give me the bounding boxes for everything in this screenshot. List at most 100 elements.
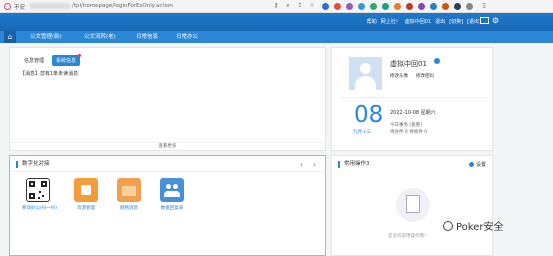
resource-glyph bbox=[81, 185, 91, 195]
change-password-link[interactable]: 修改密码 bbox=[416, 73, 434, 79]
app-data-reply[interactable]: 数据回复表 bbox=[156, 178, 188, 211]
panel-title: 常用操作3 bbox=[338, 161, 370, 168]
todo-summary[interactable]: 待办件 0 待阅件 0 bbox=[390, 129, 427, 135]
person-head bbox=[166, 184, 171, 189]
tab-system-info[interactable]: 系统信息 bbox=[52, 54, 82, 66]
browser-address-bar: 不安 /tpl/homepage/loginForEsOnly.action ⚷… bbox=[0, 0, 553, 13]
watermark: Poker安全 bbox=[443, 218, 504, 233]
mail-icon[interactable] bbox=[480, 17, 489, 24]
extension-icon[interactable] bbox=[358, 3, 365, 10]
today-affairs[interactable]: 今日事务 [查看] bbox=[390, 122, 422, 128]
extension-icon[interactable] bbox=[442, 3, 449, 10]
folder-glyph bbox=[122, 186, 136, 196]
day-number: 08 bbox=[354, 102, 384, 128]
gear-icon bbox=[468, 162, 474, 167]
app-header: 帮助 网上社！ 虚拟中回01 退出 [切换] [退出] ⚙ bbox=[0, 13, 553, 31]
extension-icon[interactable] bbox=[322, 3, 329, 10]
empty-state-icon bbox=[396, 188, 430, 222]
nav-item-doc-old[interactable]: 公文流转(老) bbox=[78, 31, 122, 43]
extension-icon[interactable] bbox=[466, 3, 473, 10]
qr-dot bbox=[38, 197, 40, 199]
full-date: 2022-10-08 星期六 bbox=[390, 110, 436, 116]
extension-icon[interactable] bbox=[454, 3, 461, 10]
app-label: 网络消息 bbox=[120, 206, 138, 211]
setting-label: 设置 bbox=[475, 162, 486, 168]
header-link[interactable]: 退出 bbox=[435, 18, 445, 25]
settings-icon[interactable] bbox=[434, 58, 440, 64]
extension-icon[interactable] bbox=[406, 3, 413, 10]
app-mobile-office[interactable]: 移动办公(扫一扫) bbox=[22, 178, 58, 211]
digital-apps-panel: 数字化对接 ‹ › 移动办公(扫一扫) 资源管理 网络消息 数据回复表 bbox=[9, 155, 326, 256]
notice-panel: 信息管理 系统信息 【消息】您有1条未读消息 查看更多 bbox=[9, 47, 326, 151]
prev-icon[interactable]: ‹ bbox=[300, 160, 303, 169]
divider bbox=[340, 97, 486, 98]
notice-message[interactable]: 【消息】您有1条未读消息 bbox=[20, 70, 78, 77]
header-links: 帮助 网上社！ 虚拟中回01 退出 [切换] [退出] bbox=[367, 18, 481, 25]
header-link[interactable]: [退出] bbox=[467, 18, 481, 25]
more-link[interactable]: 查看更多 bbox=[10, 142, 325, 150]
qr-dot bbox=[39, 191, 41, 193]
extension-icon[interactable] bbox=[346, 3, 353, 10]
document-icon bbox=[406, 195, 420, 213]
setting-link[interactable]: 设置 bbox=[468, 161, 486, 168]
watermark-text: Poker安全 bbox=[456, 222, 504, 233]
extension-icon[interactable] bbox=[382, 3, 389, 10]
blurred-host bbox=[30, 3, 70, 9]
qr-code-icon bbox=[26, 178, 50, 202]
edit-avatar-link[interactable]: 修改头像 bbox=[390, 73, 408, 79]
share-icon[interactable]: ⇪ bbox=[296, 2, 304, 10]
lunar-date: 九月十三 bbox=[353, 130, 371, 135]
user-name: 虚拟中回01 bbox=[390, 60, 427, 68]
app-label: 资源管理 bbox=[77, 206, 95, 211]
nav-item-daily-office[interactable]: 日常办公 bbox=[170, 31, 204, 43]
gear-icon[interactable]: ⚙ bbox=[492, 16, 499, 25]
tab-label: 系统信息 bbox=[56, 58, 77, 64]
qr-marker bbox=[41, 181, 47, 187]
next-icon[interactable]: › bbox=[313, 160, 316, 169]
profile-panel: 虚拟中回01 修改头像 修改密码 08 九月十三 2022-10-08 星期六 … bbox=[331, 47, 493, 151]
extension-icon[interactable] bbox=[334, 3, 341, 10]
tab-info-manage[interactable]: 信息管理 bbox=[20, 55, 48, 66]
url-text[interactable]: /tpl/homepage/loginForEsOnly.action bbox=[72, 3, 173, 9]
avatar-head bbox=[360, 63, 371, 74]
sidebar-icon[interactable]: ▯ bbox=[480, 2, 488, 10]
empty-state-text: 还没有常用操作哦！ bbox=[388, 234, 429, 239]
resource-icon bbox=[74, 178, 98, 202]
person-body bbox=[164, 191, 180, 197]
app-network-message[interactable]: 网络消息 bbox=[113, 178, 145, 211]
unread-dot bbox=[78, 54, 82, 57]
avatar-body bbox=[355, 76, 376, 90]
header-user[interactable]: 虚拟中回01 bbox=[405, 18, 431, 25]
qr-marker bbox=[29, 193, 35, 199]
wechat-icon bbox=[443, 220, 453, 231]
extension-icon[interactable] bbox=[394, 3, 401, 10]
header-link[interactable]: 帮助 bbox=[367, 18, 377, 25]
star-icon[interactable]: ☆ bbox=[308, 2, 316, 10]
divider bbox=[10, 171, 325, 172]
header-link[interactable]: [切换] bbox=[449, 18, 463, 25]
avatar[interactable] bbox=[349, 57, 382, 90]
header-link[interactable]: 网上社！ bbox=[381, 18, 401, 25]
key-icon[interactable]: ⚷ bbox=[272, 2, 280, 10]
common-ops-panel: 常用操作3 设置 还没有常用操作哦！ bbox=[331, 155, 493, 256]
extension-icon[interactable] bbox=[430, 3, 437, 10]
nav-item-daily-info[interactable]: 日常信息 bbox=[130, 31, 164, 43]
profile-links: 修改头像 修改密码 bbox=[390, 73, 434, 79]
app-resource-manage[interactable]: 资源管理 bbox=[70, 178, 102, 211]
app-label: 移动办公(扫一扫) bbox=[22, 206, 58, 211]
app-label: 数据回复表 bbox=[160, 206, 184, 211]
security-label: 不安 bbox=[14, 5, 26, 11]
app-window: 不安 /tpl/homepage/loginForEsOnly.action ⚷… bbox=[0, 0, 553, 256]
main-nav: ⌂ 公文管理(新) 公文流转(老) 日常信息 日常办公 bbox=[0, 31, 553, 43]
extension-icon[interactable] bbox=[418, 3, 425, 10]
people-icon bbox=[160, 178, 184, 202]
qr-dot bbox=[42, 195, 44, 197]
nav-item-doc-new[interactable]: 公文管理(新) bbox=[24, 31, 68, 43]
person-head bbox=[173, 184, 178, 189]
folder-icon bbox=[117, 178, 141, 202]
extension-icon[interactable] bbox=[370, 3, 377, 10]
qr-marker bbox=[29, 181, 35, 187]
home-icon[interactable]: ⌂ bbox=[4, 31, 16, 43]
insecure-icon bbox=[4, 3, 11, 10]
zoom-icon[interactable]: ⌕ bbox=[284, 2, 292, 10]
